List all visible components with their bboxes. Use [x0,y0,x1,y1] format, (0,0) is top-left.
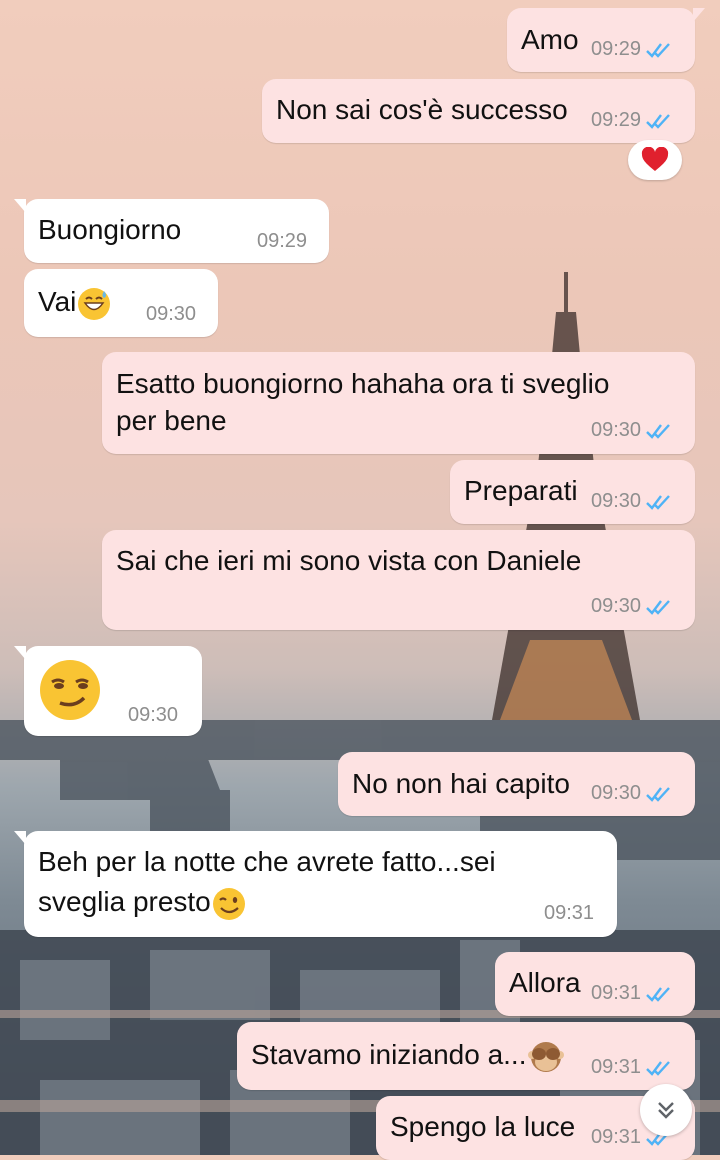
message-text-content: Stavamo iniziando a... [251,1039,527,1070]
double-check-icon [645,493,673,511]
message-reaction[interactable] [628,140,682,180]
message-text: Buongiorno [38,214,182,245]
double-check-icon [645,985,673,1003]
double-check-icon [645,785,673,803]
message-text-content: sveglia presto [38,886,211,917]
incoming-message[interactable]: Vai 09:30 [24,269,218,337]
message-time: 09:30 [591,419,642,441]
incoming-message[interactable]: 09:30 [14,646,202,736]
message-time: 09:29 [591,109,642,131]
outgoing-message[interactable]: No non hai capito 09:30 [338,752,695,816]
incoming-message[interactable]: Beh per la notte che avrete fatto...sei … [14,831,617,937]
double-chevron-down-icon [658,1102,674,1119]
winking-face-emoji-icon [212,887,245,920]
message-time: 09:29 [257,230,308,252]
message-time: 09:31 [591,982,642,1004]
double-check-icon [645,112,673,130]
message-text: Allora [509,967,581,998]
message-meta: 09:29 [591,38,673,61]
message-text: Non sai cos'è successo [276,94,568,125]
message-text: Preparati [464,475,578,506]
message-text-content: Vai [38,286,77,317]
grinning-sweat-emoji-icon [78,287,111,320]
scroll-to-bottom-button[interactable] [640,1084,692,1136]
message-time: 09:31 [591,1126,642,1148]
message-text-line-2: per bene [116,405,227,436]
message-text: Spengo la luce [390,1111,576,1142]
double-check-icon [645,41,673,59]
message-text-line-1: Beh per la notte che avrete fatto...sei [38,846,496,877]
smirking-face-emoji-icon [40,660,100,720]
message-time: 09:30 [146,303,197,325]
message-text: No non hai capito [352,768,570,799]
message-time: 09:29 [591,38,642,60]
message-text-line-2: sveglia presto [38,883,247,922]
outgoing-message[interactable]: Preparati 09:30 [450,460,695,524]
message-text: Amo [521,24,579,55]
message-time: 09:30 [591,782,642,804]
message-meta: 09:31 [591,982,673,1005]
message-time: 09:30 [591,490,642,512]
double-check-icon [645,1059,673,1077]
see-no-evil-monkey-emoji-icon [527,1041,564,1072]
message-time: 09:30 [128,704,179,726]
outgoing-message[interactable]: Allora 09:31 [495,952,695,1016]
message-time: 09:30 [591,595,642,617]
message-text: Vai [38,283,112,322]
message-text: Stavamo iniziando a... [251,1036,565,1075]
message-meta: 09:30 [146,303,196,326]
message-text-line-1: Esatto buongiorno hahaha ora ti sveglio [116,368,610,399]
outgoing-message[interactable]: Sai che ieri mi sono vista con Daniele 0… [102,530,695,630]
message-time: 09:31 [544,902,595,924]
incoming-message[interactable]: Buongiorno 09:29 [14,199,329,263]
message-meta: 09:30 [591,490,673,513]
message-meta: 09:29 [591,109,673,132]
red-heart-icon [641,147,669,171]
message-meta: 09:31 [544,902,594,925]
message-text: Sai che ieri mi sono vista con Daniele [116,545,582,576]
outgoing-message[interactable]: Amo 09:29 [507,8,705,72]
message-meta: 09:30 [591,419,673,442]
message-meta: 09:30 [591,782,673,805]
message-meta: 09:29 [257,230,307,253]
message-meta: 09:30 [128,704,178,727]
message-meta: 09:31 [591,1056,673,1079]
double-check-icon [645,422,673,440]
outgoing-message[interactable]: Non sai cos'è successo 09:29 [262,79,695,143]
outgoing-message[interactable]: Stavamo iniziando a... 09:31 [237,1022,695,1090]
double-check-icon [645,598,673,616]
message-meta: 09:30 [591,595,673,618]
outgoing-message[interactable]: Esatto buongiorno hahaha ora ti sveglio … [102,352,695,454]
message-time: 09:31 [591,1056,642,1078]
